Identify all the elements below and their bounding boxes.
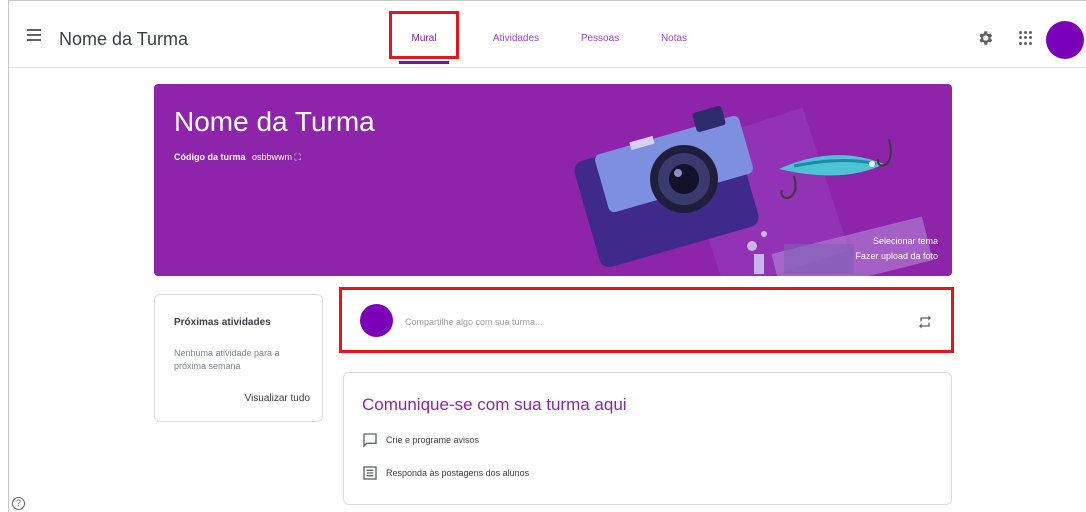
tab-label: Pessoas [580, 33, 620, 44]
hamburger-menu-icon[interactable] [27, 29, 41, 41]
communicate-item-label: Responda às postagens dos alunos [386, 468, 530, 478]
list-item: Crie e programe avisos [362, 432, 479, 448]
upcoming-activities-card: Próximas atividades Nenhuma atividade pa… [154, 294, 323, 422]
list-post-icon [363, 466, 377, 480]
tab-label: Atividades [492, 33, 540, 44]
repost-icon[interactable] [917, 314, 933, 330]
account-avatar[interactable] [1046, 21, 1084, 59]
communicate-card: Comunique-se com sua turma aqui Crie e p… [343, 372, 952, 505]
top-app-bar: Nome da Turma Mural Atividades Pessoas N… [9, 1, 1086, 68]
apps-grid-icon[interactable] [1019, 31, 1033, 45]
tab-mural[interactable]: Mural [399, 11, 449, 67]
help-icon[interactable]: ? [12, 497, 25, 510]
banner-class-title: Nome da Turma [174, 106, 375, 137]
gear-icon[interactable] [976, 29, 994, 47]
tab-label: Mural [411, 33, 437, 44]
class-code-label: Código da turma [174, 152, 246, 162]
communicate-title: Comunique-se com sua turma aqui [362, 395, 627, 414]
share-input[interactable]: Compartilhe algo com sua turma... [405, 317, 543, 327]
class-name-title[interactable]: Nome da Turma [59, 29, 188, 50]
upload-photo-link[interactable]: Fazer upload da foto [855, 251, 938, 261]
upcoming-title: Próximas atividades [174, 317, 271, 328]
class-code-value[interactable]: osbbwwm [252, 152, 292, 162]
select-theme-link[interactable]: Selecionar tema [873, 236, 938, 246]
fullscreen-code-icon[interactable]: ⛶ [295, 152, 301, 162]
tab-label: Notas [660, 33, 688, 44]
tab-atividades[interactable]: Atividades [478, 11, 554, 67]
view-all-link[interactable]: Visualizar tudo [245, 393, 310, 404]
upcoming-empty-text: Nenhuma atividade para a próxima semana [174, 348, 280, 371]
avatar [360, 304, 393, 337]
list-item: Responda às postagens dos alunos [362, 465, 529, 481]
communicate-item-label: Crie e programe avisos [386, 435, 480, 445]
tab-notas[interactable]: Notas [649, 11, 699, 67]
class-code: Código da turma osbbwwm ⛶ [174, 152, 301, 163]
classroom-window: Nome da Turma Mural Atividades Pessoas N… [8, 0, 1086, 512]
announcement-icon [363, 433, 377, 448]
class-banner: Nome da Turma Código da turma osbbwwm ⛶ … [154, 84, 952, 276]
tab-pessoas[interactable]: Pessoas [569, 11, 631, 67]
active-tab-indicator [399, 61, 449, 64]
